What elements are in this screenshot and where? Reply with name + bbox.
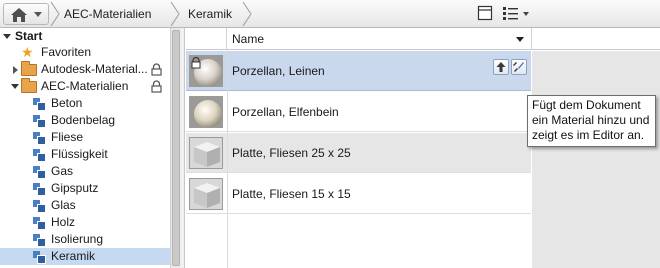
material-name: Porzellan, Elfenbein [232,105,339,119]
tree-item-label: Gipsputz [51,181,99,195]
tree-item-label: Keramik [51,249,96,263]
list-header: Name [186,28,660,50]
sphere-swatch-icon [190,97,222,127]
material-row-platte-fliesen-15[interactable]: Platte, Fliesen 15 x 15 [186,174,531,214]
tree-item-label: Favoriten [41,45,92,59]
breadcrumb-item-keramik[interactable]: Keramik [188,0,232,28]
tree-item-label: AEC-Materialien [41,79,129,93]
list-view-icon[interactable] [502,5,520,21]
breadcrumb-separator-icon [170,2,180,26]
category-icon [33,115,46,128]
folder-icon [21,61,37,76]
tree-item-label: Bodenbelag [51,113,116,127]
tree-item-fliese[interactable]: Fliese [0,129,170,146]
thumbnail-column-header[interactable] [186,28,227,50]
tree-item-label: Holz [51,215,76,229]
material-swatch [189,178,223,210]
tree-root-start[interactable]: Start [0,28,170,45]
category-icon [33,200,46,213]
material-list: Name Porzellan, Leinen Porzellan, Elfenb… [186,28,660,268]
tree-item-isolierung[interactable]: Isolierung [0,231,170,248]
add-to-document-button[interactable] [493,59,509,75]
lock-icon [191,57,201,69]
category-icon [33,217,46,230]
tree-item-gipsputz[interactable]: Gipsputz [0,180,170,197]
tree-item-beton[interactable]: Beton [0,95,170,112]
view-options-caret[interactable] [523,12,529,16]
tooltip: Fügt dem Dokument ein Material hinzu und… [527,95,656,147]
tree-root-label: Start [15,29,43,43]
scrollbar-thumb[interactable] [172,30,180,266]
category-icon [33,132,46,145]
material-row-porzellan-leinen[interactable]: Porzellan, Leinen [186,51,531,91]
category-icon [33,98,46,111]
lock-icon [151,80,162,93]
list-blank-area [186,215,531,268]
tree-item-aec-materialien[interactable]: AEC-Materialien [0,78,170,95]
tree-item-bodenbelag[interactable]: Bodenbelag [0,112,170,129]
material-name: Platte, Fliesen 15 x 15 [232,187,351,201]
tree-item-holz[interactable]: Holz [0,214,170,231]
add-and-edit-button[interactable] [511,59,527,75]
list-empty-area [532,51,660,268]
column-divider [531,28,532,50]
expand-arrow-icon[interactable] [11,84,19,89]
tree-item-gas[interactable]: Gas [0,163,170,180]
tree-item-label: Isolierung [51,232,104,246]
column-divider [227,50,228,268]
star-icon: ★ [21,44,34,60]
material-row-platte-fliesen-25[interactable]: Platte, Fliesen 25 x 25 [186,133,531,173]
library-tree: Start ★ Favoriten Autodesk-Material... A… [0,28,170,268]
tooltip-line: Fügt dem Dokument [532,98,641,112]
tooltip-line: ein Material hinzu und [532,113,650,127]
home-icon [11,8,27,22]
upload-arrow-icon [496,62,506,72]
tree-item-keramik[interactable]: Keramik [0,248,170,265]
material-name: Platte, Fliesen 25 x 25 [232,146,351,160]
material-swatch [189,137,223,169]
material-name: Porzellan, Leinen [232,64,325,78]
tree-item-label: Autodesk-Material... [41,62,148,76]
breadcrumb-separator-icon [242,2,252,26]
category-icon [33,251,46,264]
home-button[interactable] [3,3,49,25]
tree-scrollbar[interactable] [170,28,180,268]
tree-item-autodesk-materialien[interactable]: Autodesk-Material... [0,61,170,78]
category-icon [33,183,46,196]
collapse-arrow-icon[interactable] [13,66,18,74]
tree-item-favoriten[interactable]: ★ Favoriten [0,44,170,61]
category-icon [33,234,46,247]
lock-icon [151,63,162,76]
breadcrumb-bar: AEC-Materialien Keramik [0,0,660,28]
tree-item-glas[interactable]: Glas [0,197,170,214]
panel-splitter[interactable] [180,28,185,268]
edit-brush-icon [513,62,524,72]
breadcrumb-separator-icon [50,2,60,26]
tree-item-label: Gas [51,164,74,178]
sort-dropdown-icon[interactable] [516,37,524,42]
cube-swatch-icon [190,138,222,168]
tree-item-label: Flüssigkeit [51,147,108,161]
panel-view-icon[interactable] [477,5,493,21]
category-icon [33,149,46,162]
category-icon [33,166,46,179]
tooltip-line: zeigt es im Editor an. [532,128,645,142]
material-swatch [189,55,223,87]
tree-item-fluessigkeit[interactable]: Flüssigkeit [0,146,170,163]
tree-item-label: Glas [51,198,76,212]
material-swatch [189,96,223,128]
home-dropdown-caret[interactable] [34,12,42,17]
tree-item-label: Fliese [51,130,84,144]
folder-icon [21,78,37,93]
name-column-header[interactable]: Name [232,28,264,50]
tree-item-label: Beton [51,96,83,110]
expand-arrow-icon[interactable] [3,34,11,39]
material-row-porzellan-elfenbein[interactable]: Porzellan, Elfenbein [186,92,531,132]
cube-swatch-icon [190,179,222,209]
breadcrumb-item-aec[interactable]: AEC-Materialien [64,0,151,28]
